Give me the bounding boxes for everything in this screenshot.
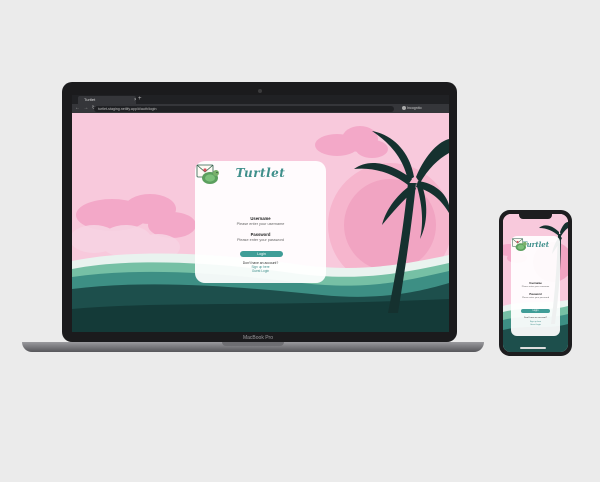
close-icon[interactable]: × xyxy=(134,97,136,104)
browser-toolbar: ← → ↻ turtlet-staging.netlify.app/#/auth… xyxy=(72,104,449,113)
laptop-notch xyxy=(222,342,284,346)
phone-login-card: Turtlet Username Please enter your usern… xyxy=(511,236,560,336)
username-label: Username xyxy=(250,216,271,221)
phone-screen: Turtlet Username Please enter your usern… xyxy=(503,214,568,352)
username-input[interactable]: Please enter your username xyxy=(195,222,326,226)
guest-login-link[interactable]: Guest Login xyxy=(195,269,326,273)
camera-icon xyxy=(258,89,262,93)
phone-password-input[interactable]: Please enter your password xyxy=(511,297,560,299)
phone-signup-prompt: Don't have an account? xyxy=(524,317,547,319)
browser-tab[interactable]: Turtlet × xyxy=(78,96,136,104)
password-label: Password xyxy=(250,232,271,237)
browser-tab-bar: Turtlet × + xyxy=(72,95,449,104)
phone-guest-login-link[interactable]: Guest Login xyxy=(511,324,560,326)
url-text: turtlet-staging.netlify.app/#/auth/login xyxy=(98,107,157,111)
login-page: Turtlet Username Please enter your usern… xyxy=(72,113,449,332)
profile-button[interactable]: Incognito xyxy=(402,104,422,113)
phone-signup-link[interactable]: Sign up here xyxy=(511,321,560,323)
phone-username-input[interactable]: Please enter your username xyxy=(511,286,560,288)
turtle-mascot-icon xyxy=(196,164,219,184)
laptop-model-label: MacBook Pro xyxy=(242,335,273,341)
phone-home-indicator xyxy=(520,347,546,349)
address-bar[interactable]: turtlet-staging.netlify.app/#/auth/login xyxy=(94,106,394,112)
login-button[interactable]: Login xyxy=(240,251,283,257)
phone-notch xyxy=(519,214,552,219)
phone-login-button[interactable]: Login xyxy=(521,309,550,313)
avatar-icon xyxy=(402,106,406,111)
laptop-screen: Turtlet × + ← → ↻ turtlet-staging.netlif… xyxy=(72,95,449,332)
phone-turtle-mascot-icon xyxy=(512,238,527,252)
phone-password-label: Password xyxy=(529,293,542,296)
new-tab-icon[interactable]: + xyxy=(138,95,142,104)
password-input[interactable]: Please enter your password xyxy=(195,238,326,242)
profile-label: Incognito xyxy=(407,106,422,110)
phone-username-label: Username xyxy=(529,282,542,285)
login-card: Turtlet Username Please enter your usern… xyxy=(195,161,326,283)
tab-title: Turtlet xyxy=(84,97,96,102)
